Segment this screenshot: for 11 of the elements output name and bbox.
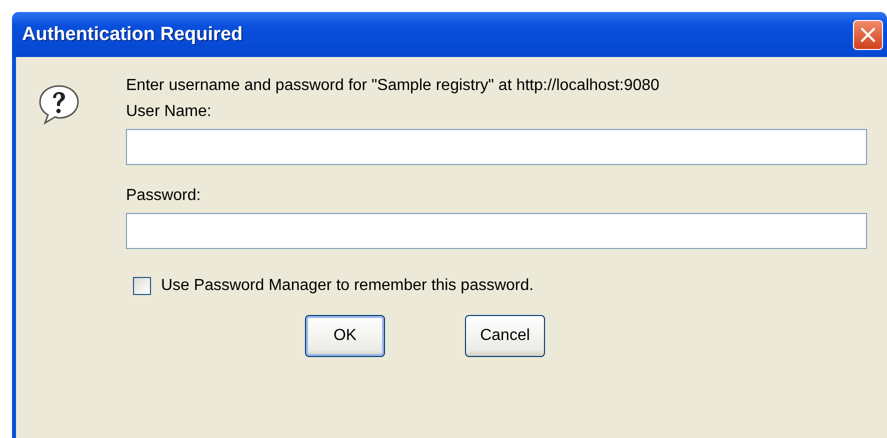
password-field[interactable] (126, 213, 867, 249)
window-title: Authentication Required (22, 24, 243, 46)
cancel-button[interactable]: Cancel (465, 315, 545, 357)
username-field[interactable] (126, 129, 867, 165)
checkbox[interactable] (133, 277, 151, 295)
checkbox-label: Use Password Manager to remember this password. (161, 277, 534, 295)
field-label: User Name: (126, 103, 212, 121)
field-label: Password: (126, 187, 202, 205)
question-icon (38, 83, 80, 125)
prompt-message: Enter username and password for "Sample registry" at http://localhost:9080 (126, 77, 660, 95)
ok-button[interactable]: OK (305, 315, 385, 357)
